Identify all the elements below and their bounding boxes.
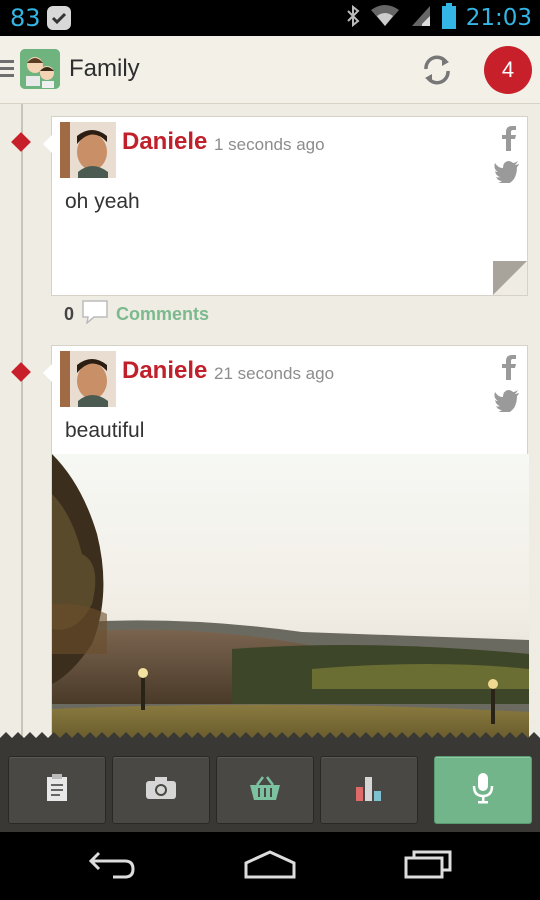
shopping-list-button[interactable] xyxy=(216,756,314,824)
comments-link[interactable]: 0 Comments xyxy=(64,299,209,329)
timeline-line xyxy=(21,104,23,742)
notification-app-icon xyxy=(47,6,71,30)
zigzag-edge xyxy=(0,732,540,744)
twitter-icon[interactable] xyxy=(494,390,520,415)
poll-button[interactable] xyxy=(320,756,418,824)
add-note-button[interactable] xyxy=(8,756,106,824)
microphone-icon xyxy=(472,772,494,809)
post-author[interactable]: Daniele xyxy=(122,128,207,156)
timeline-marker xyxy=(11,362,31,382)
add-photo-button[interactable] xyxy=(112,756,210,824)
drawer-menu-icon[interactable] xyxy=(0,60,14,81)
comments-label[interactable]: Comments xyxy=(116,304,209,325)
post-card[interactable]: Daniele 1 seconds ago oh yeah xyxy=(43,116,528,296)
home-icon xyxy=(243,849,297,884)
basket-icon xyxy=(249,775,281,806)
twitter-icon[interactable] xyxy=(494,161,520,186)
page-curl xyxy=(493,261,527,295)
post-timestamp: 1 seconds ago xyxy=(214,135,325,154)
battery-icon xyxy=(441,2,456,34)
card-pointer xyxy=(43,135,52,153)
post-card[interactable]: Daniele 21 seconds ago beautiful xyxy=(43,345,529,742)
facebook-icon[interactable] xyxy=(501,354,517,380)
recents-icon xyxy=(403,849,453,884)
comment-bubble-icon xyxy=(82,299,108,329)
action-bar xyxy=(0,732,540,832)
signal-icon xyxy=(410,4,432,33)
comments-count: 0 xyxy=(64,303,75,324)
notification-badge[interactable]: 4 xyxy=(484,46,532,94)
clock: 21:03 xyxy=(465,5,532,31)
card-pointer xyxy=(43,364,52,382)
post-author[interactable]: Daniele xyxy=(122,357,207,385)
timeline-marker xyxy=(11,132,31,152)
status-bar: 83 21:03 xyxy=(0,0,540,36)
app-bar: Family 4 xyxy=(0,36,540,104)
timeline-feed[interactable]: Daniele 1 seconds ago oh yeah 0 Comments xyxy=(0,104,540,742)
chart-icon xyxy=(354,775,384,806)
post-text: oh yeah xyxy=(65,190,140,213)
post-text: beautiful xyxy=(65,419,145,442)
recents-button[interactable] xyxy=(400,848,456,884)
post-photo[interactable] xyxy=(52,454,529,742)
facebook-icon[interactable] xyxy=(501,125,517,151)
home-button[interactable] xyxy=(242,848,298,884)
avatar[interactable] xyxy=(60,122,116,178)
note-icon xyxy=(46,773,68,807)
status-icons: 21:03 xyxy=(346,2,532,34)
battery-level-text: 83 xyxy=(10,4,41,32)
refresh-icon[interactable] xyxy=(418,51,456,89)
camera-icon xyxy=(145,776,177,805)
post-timestamp: 21 seconds ago xyxy=(214,364,335,383)
bluetooth-icon xyxy=(346,4,360,33)
avatar[interactable] xyxy=(60,351,116,407)
back-icon xyxy=(87,849,137,884)
page-title: Family xyxy=(69,55,140,82)
voice-note-button[interactable] xyxy=(434,756,532,824)
system-nav-bar xyxy=(0,832,540,900)
wifi-icon xyxy=(370,4,400,33)
back-button[interactable] xyxy=(84,848,140,884)
family-logo-icon[interactable] xyxy=(20,49,60,89)
